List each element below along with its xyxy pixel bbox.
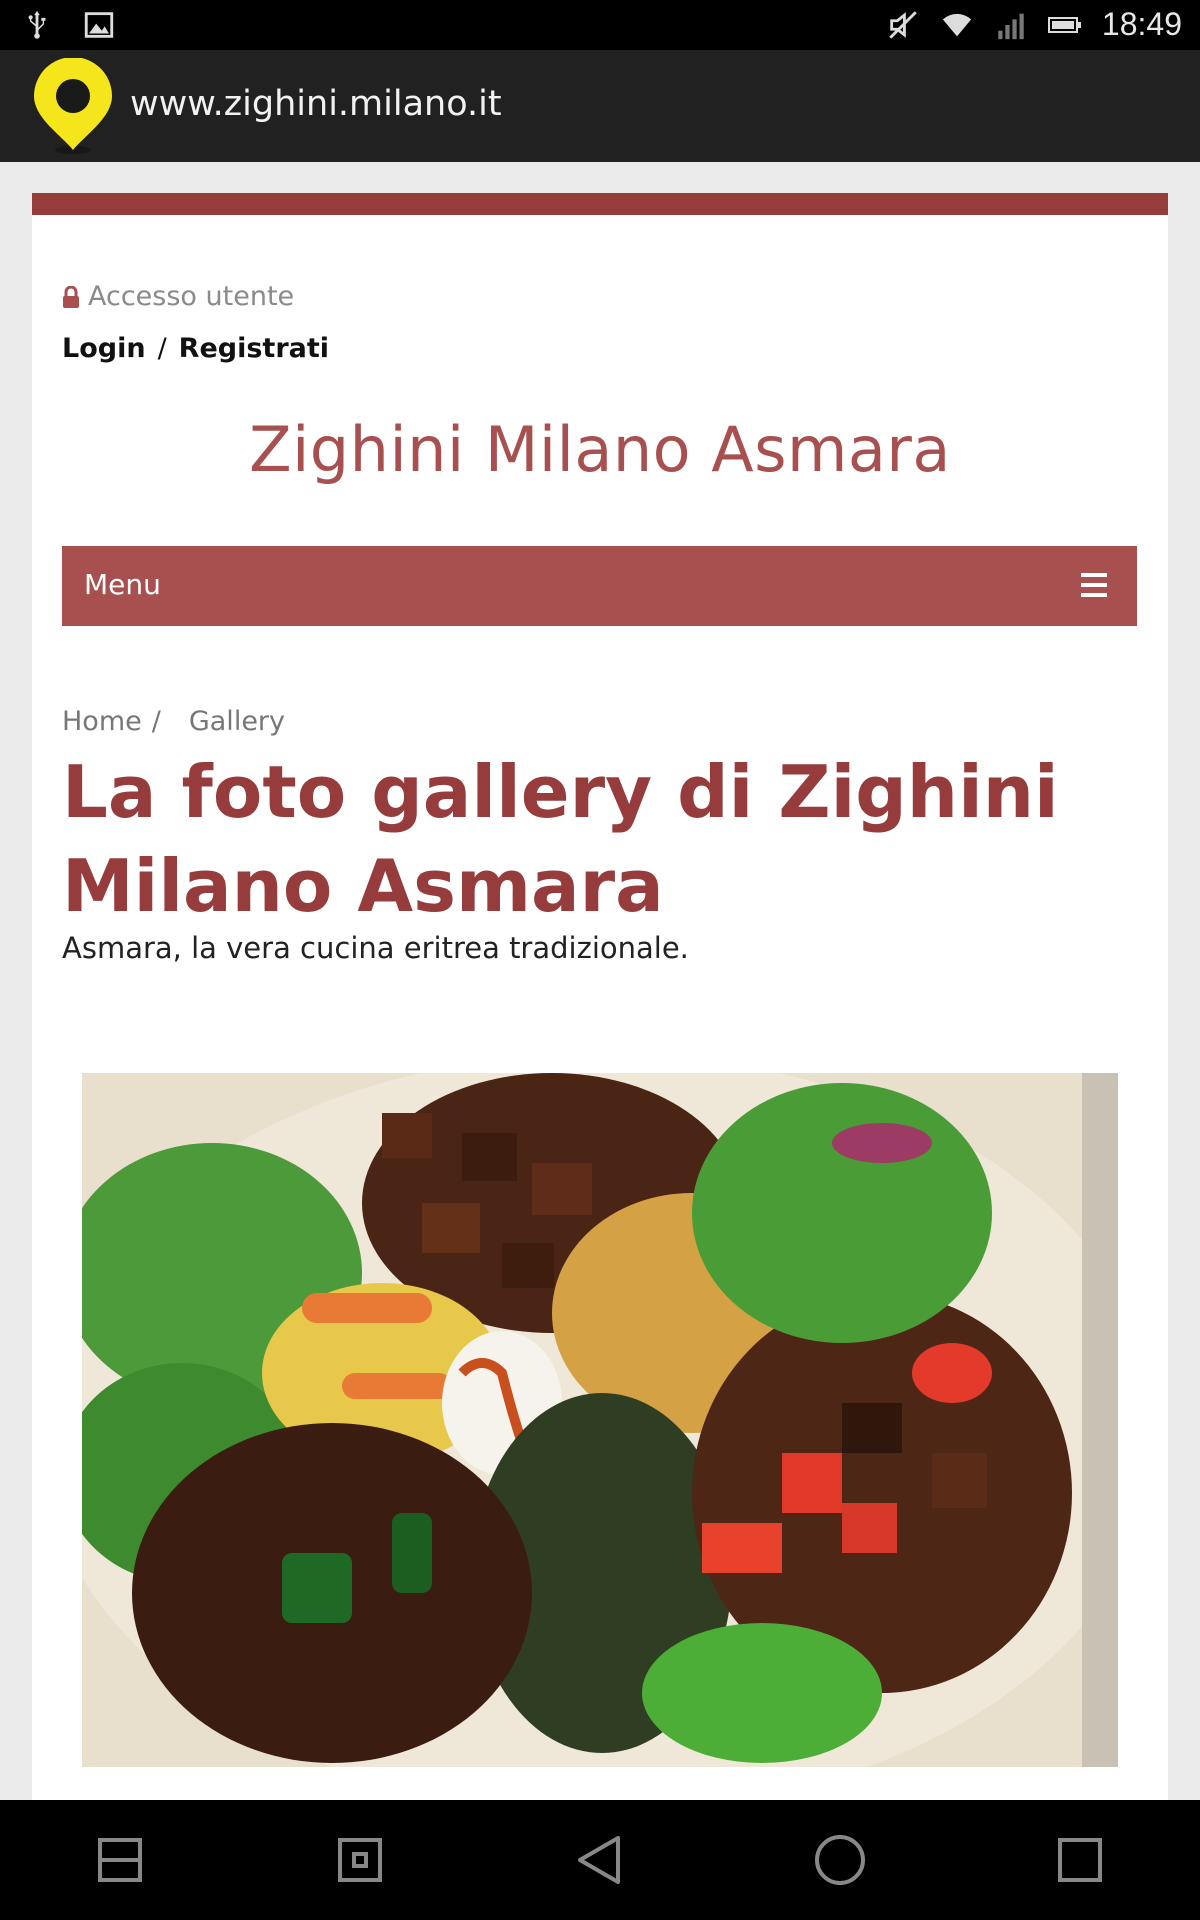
clock: 18:49: [1101, 6, 1182, 42]
page-subtitle: Asmara, la vera cucina eritrea tradizion…: [62, 931, 689, 965]
menu-label: Menu: [84, 568, 161, 601]
login-separator: /: [157, 333, 167, 364]
battery-icon: [1047, 16, 1081, 33]
usb-icon: [28, 10, 46, 39]
page-heading: La foto gallery di Zighini Milano Asmara: [62, 750, 1059, 928]
split-screen-icon[interactable]: [90, 1830, 150, 1890]
breadcrumb-current: Gallery: [188, 706, 286, 737]
user-access-label: Accesso utente: [88, 281, 295, 312]
web-page: Accesso utente Login / Registrati Zighin…: [32, 193, 1168, 1800]
mute-icon: [889, 10, 917, 39]
navigation-bar: [0, 1800, 1200, 1920]
image-notification-icon: [84, 12, 114, 38]
breadcrumb: Home / Gallery: [62, 706, 285, 737]
breadcrumb-separator: /: [151, 706, 161, 737]
signal-icon: [998, 13, 1024, 39]
user-access: Accesso utente: [62, 281, 294, 312]
url-text: www.zighini.milano.it: [130, 84, 502, 124]
food-photo-illustration: [82, 1073, 1118, 1767]
screenshot-icon[interactable]: [330, 1830, 390, 1890]
menu-toggle-bar[interactable]: Menu: [62, 546, 1137, 626]
login-links: Login / Registrati: [62, 333, 329, 364]
map-pin-logo-icon: [34, 58, 112, 154]
login-link[interactable]: Login: [62, 333, 146, 364]
back-icon[interactable]: [570, 1830, 630, 1890]
lock-icon: [63, 285, 79, 308]
gallery-photo[interactable]: [82, 1073, 1118, 1767]
top-accent-band: [32, 193, 1168, 215]
breadcrumb-home[interactable]: Home: [62, 706, 142, 737]
app-bar: www.zighini.milano.it: [0, 50, 1200, 162]
home-icon[interactable]: [810, 1830, 870, 1890]
wifi-icon: [942, 13, 972, 36]
hamburger-icon[interactable]: [1081, 573, 1107, 597]
recents-icon[interactable]: [1050, 1830, 1110, 1890]
site-title[interactable]: Zighini Milano Asmara: [32, 413, 1168, 486]
status-bar: 18:49: [0, 0, 1200, 50]
register-link[interactable]: Registrati: [179, 333, 329, 364]
